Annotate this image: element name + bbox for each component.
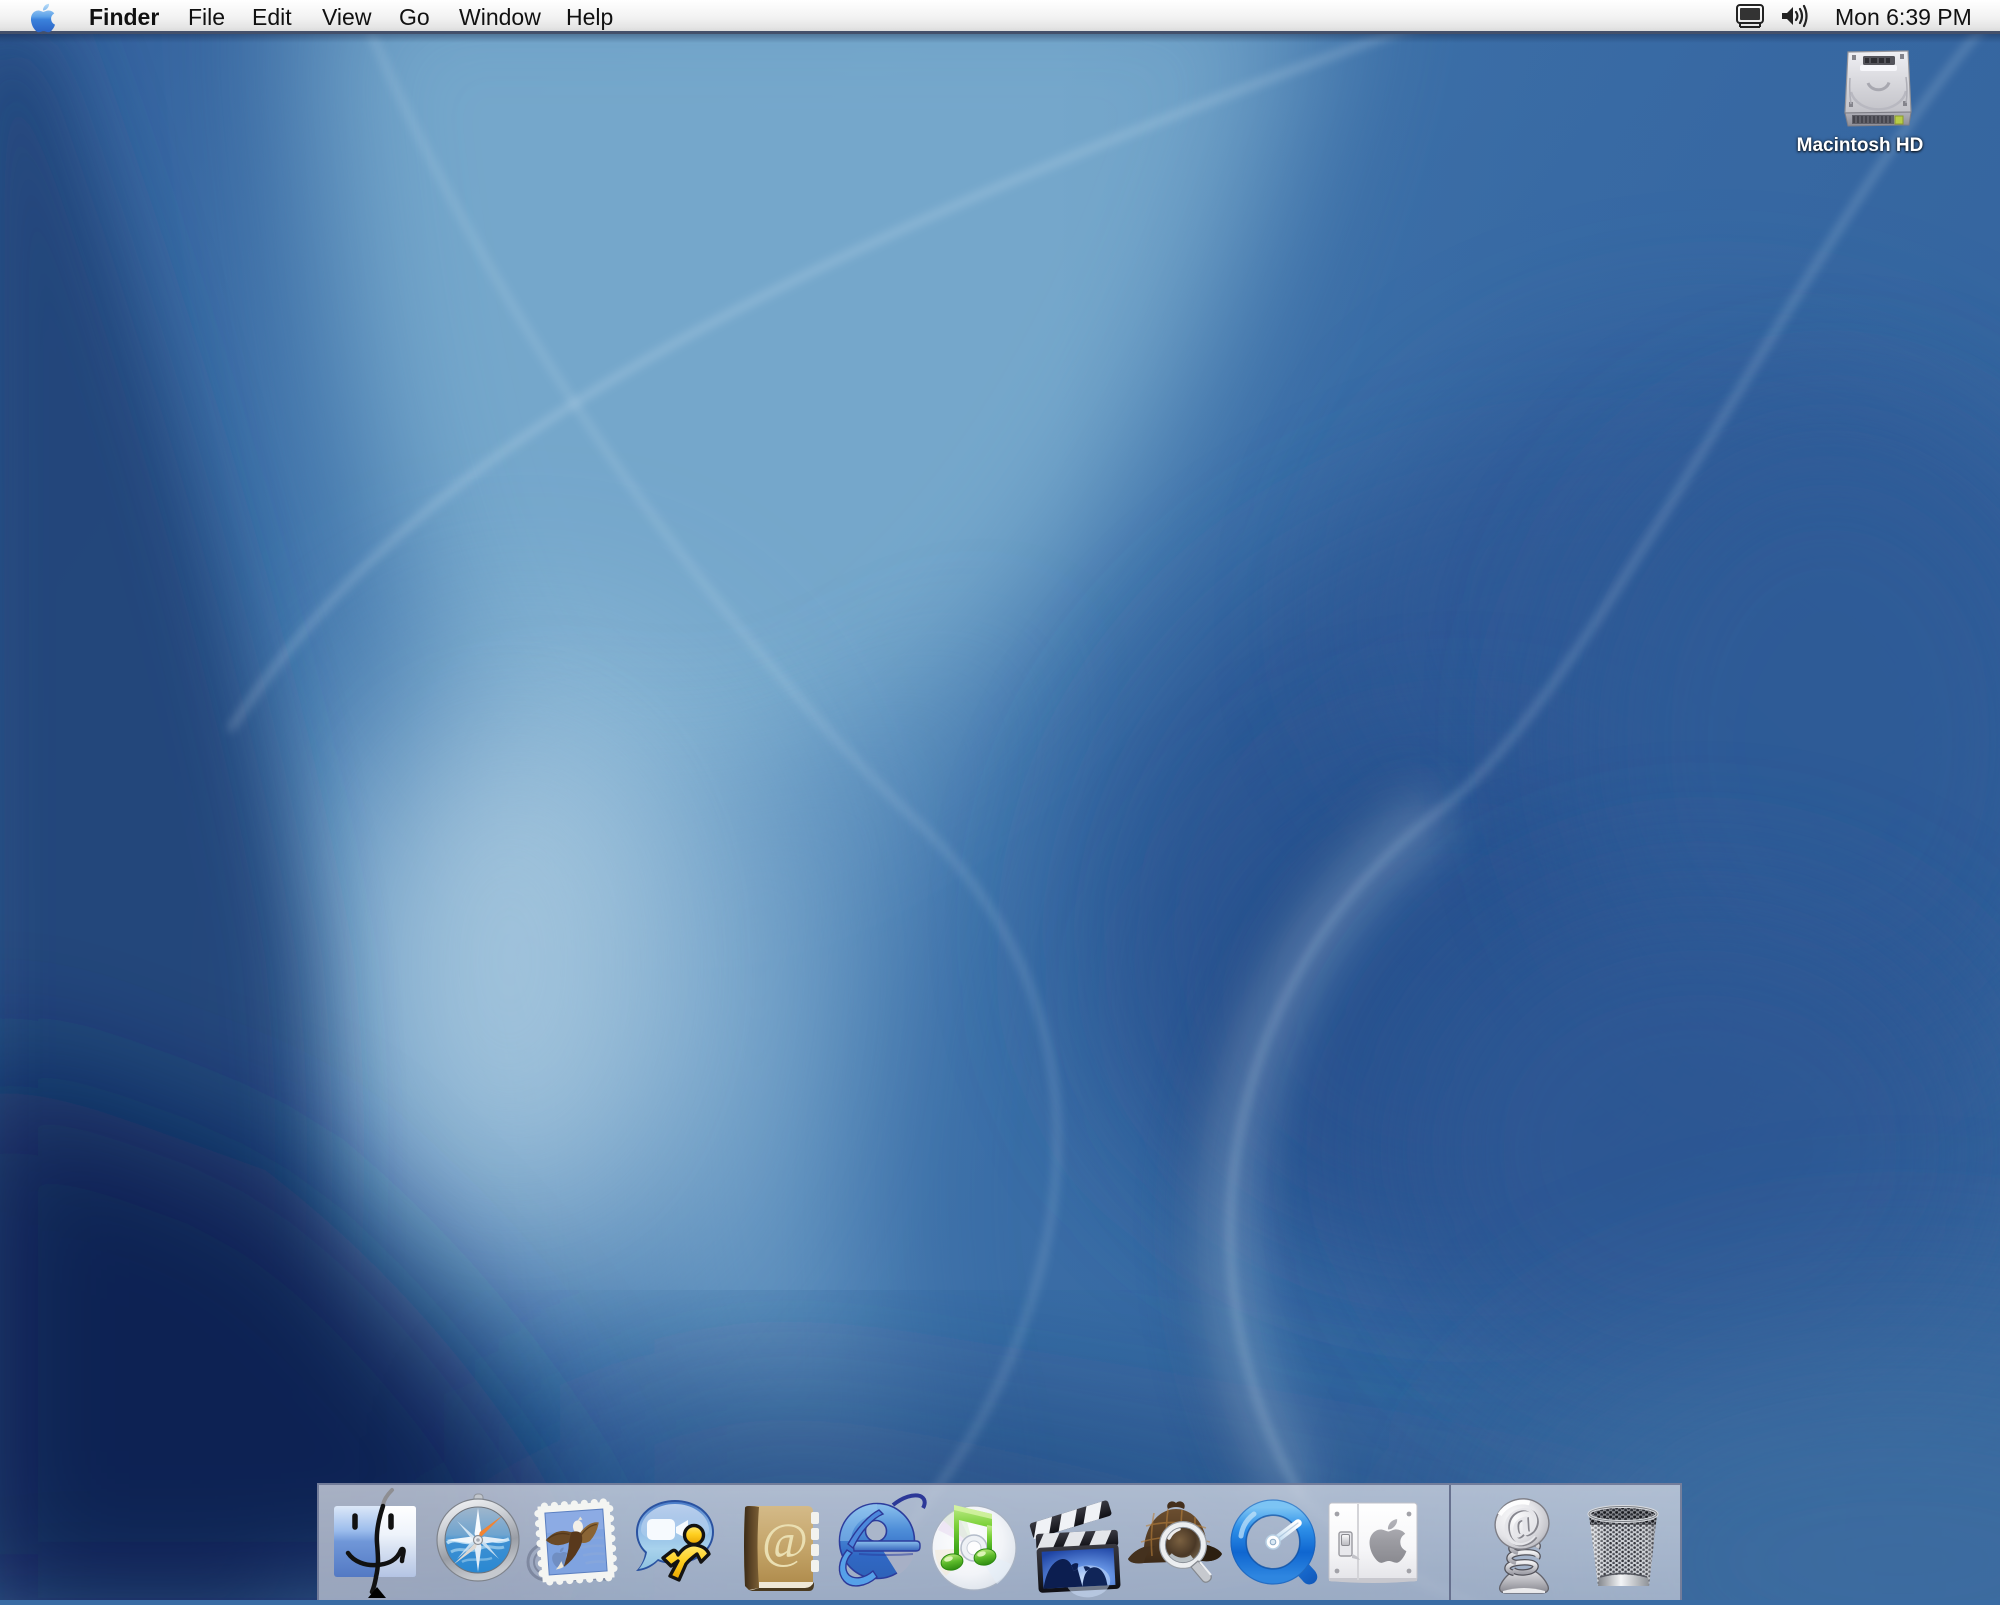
svg-text:@: @ xyxy=(762,1512,808,1568)
